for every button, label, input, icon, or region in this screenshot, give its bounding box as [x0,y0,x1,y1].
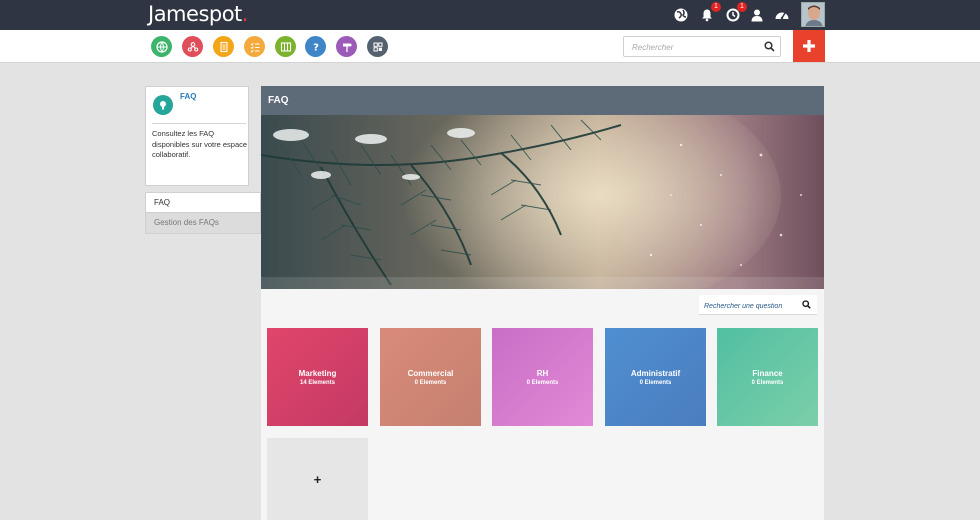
add-category-button[interactable]: + [267,438,368,520]
notifications-badge: 1 [711,2,721,12]
sidebar-item-manage-faqs[interactable]: Gestion des FAQs [145,213,261,234]
signpost-icon [342,43,352,52]
notifications-bell-icon[interactable]: 1 [698,2,721,24]
lightbulb-icon [153,95,173,115]
globe-icon [155,40,168,53]
category-name: Administratif [630,368,681,378]
category-name: Marketing [298,368,337,378]
user-avatar[interactable] [801,2,825,27]
app-documents-button[interactable] [213,36,234,57]
divider [152,123,246,124]
activity-badge: 1 [737,2,747,12]
app-board-button[interactable] [275,36,296,57]
banner-image [261,115,824,289]
global-search-input[interactable] [624,38,754,57]
category-tile-commercial[interactable]: Commercial 0 Elements [380,328,481,426]
dashboard-gauge-icon[interactable] [773,6,791,24]
category-count: 14 Elements [299,379,336,386]
plus-icon [803,40,815,52]
checklist-icon [250,42,259,53]
question-search [699,295,817,316]
app-grid-button[interactable] [367,36,388,57]
user-profile-icon[interactable] [748,6,766,24]
people-icon [187,41,198,52]
app-tasks-button[interactable] [244,36,265,57]
faq-app-title[interactable]: FAQ [180,92,196,101]
category-tile-finance[interactable]: Finance 0 Elements [717,328,818,426]
category-count: 0 Elements [751,379,784,386]
globe-icon[interactable] [672,6,690,24]
app-signpost-button[interactable] [336,36,357,57]
top-bar: Jamespot. 1 1 [0,0,980,30]
app-people-button[interactable] [182,36,203,57]
app-globe-button[interactable] [151,36,172,57]
faq-app-description: Consultez les FAQ disponibles sur votre … [152,129,248,159]
question-search-input[interactable] [699,297,794,316]
page-title: FAQ [261,86,824,115]
global-search [623,36,781,57]
sidebar-nav: FAQ Gestion des FAQs [145,192,261,234]
activity-clock-icon[interactable]: 1 [724,2,747,24]
category-count: 0 Elements [526,379,559,386]
category-tile-administratif[interactable]: Administratif 0 Elements [605,328,706,426]
category-count: 0 Elements [639,379,672,386]
board-icon [280,41,291,52]
category-count: 0 Elements [414,379,447,386]
app-bar: ? [0,30,980,63]
faq-panel: FAQ Rechercher une question Marketing 14… [261,86,824,520]
jamespot-logo[interactable]: Jamespot. [148,2,249,26]
category-name: Commercial [407,368,454,378]
document-icon [219,41,228,52]
plus-icon: + [313,471,322,487]
svg-text:?: ? [313,42,319,53]
sidebar-item-faq[interactable]: FAQ [145,192,261,213]
category-tile-marketing[interactable]: Marketing 14 Elements [267,328,368,426]
faq-app-card: FAQ Consultez les FAQ disponibles sur vo… [145,86,249,186]
category-tile-rh[interactable]: RH 0 Elements [492,328,593,426]
category-name: RH [536,368,549,378]
question-icon: ? [313,42,319,53]
category-name: Finance [752,368,783,378]
create-button[interactable] [793,30,825,62]
app-faq-button[interactable]: ? [305,36,326,57]
grid-icon [373,42,382,51]
search-icon[interactable] [802,300,811,309]
search-icon[interactable] [764,41,775,52]
